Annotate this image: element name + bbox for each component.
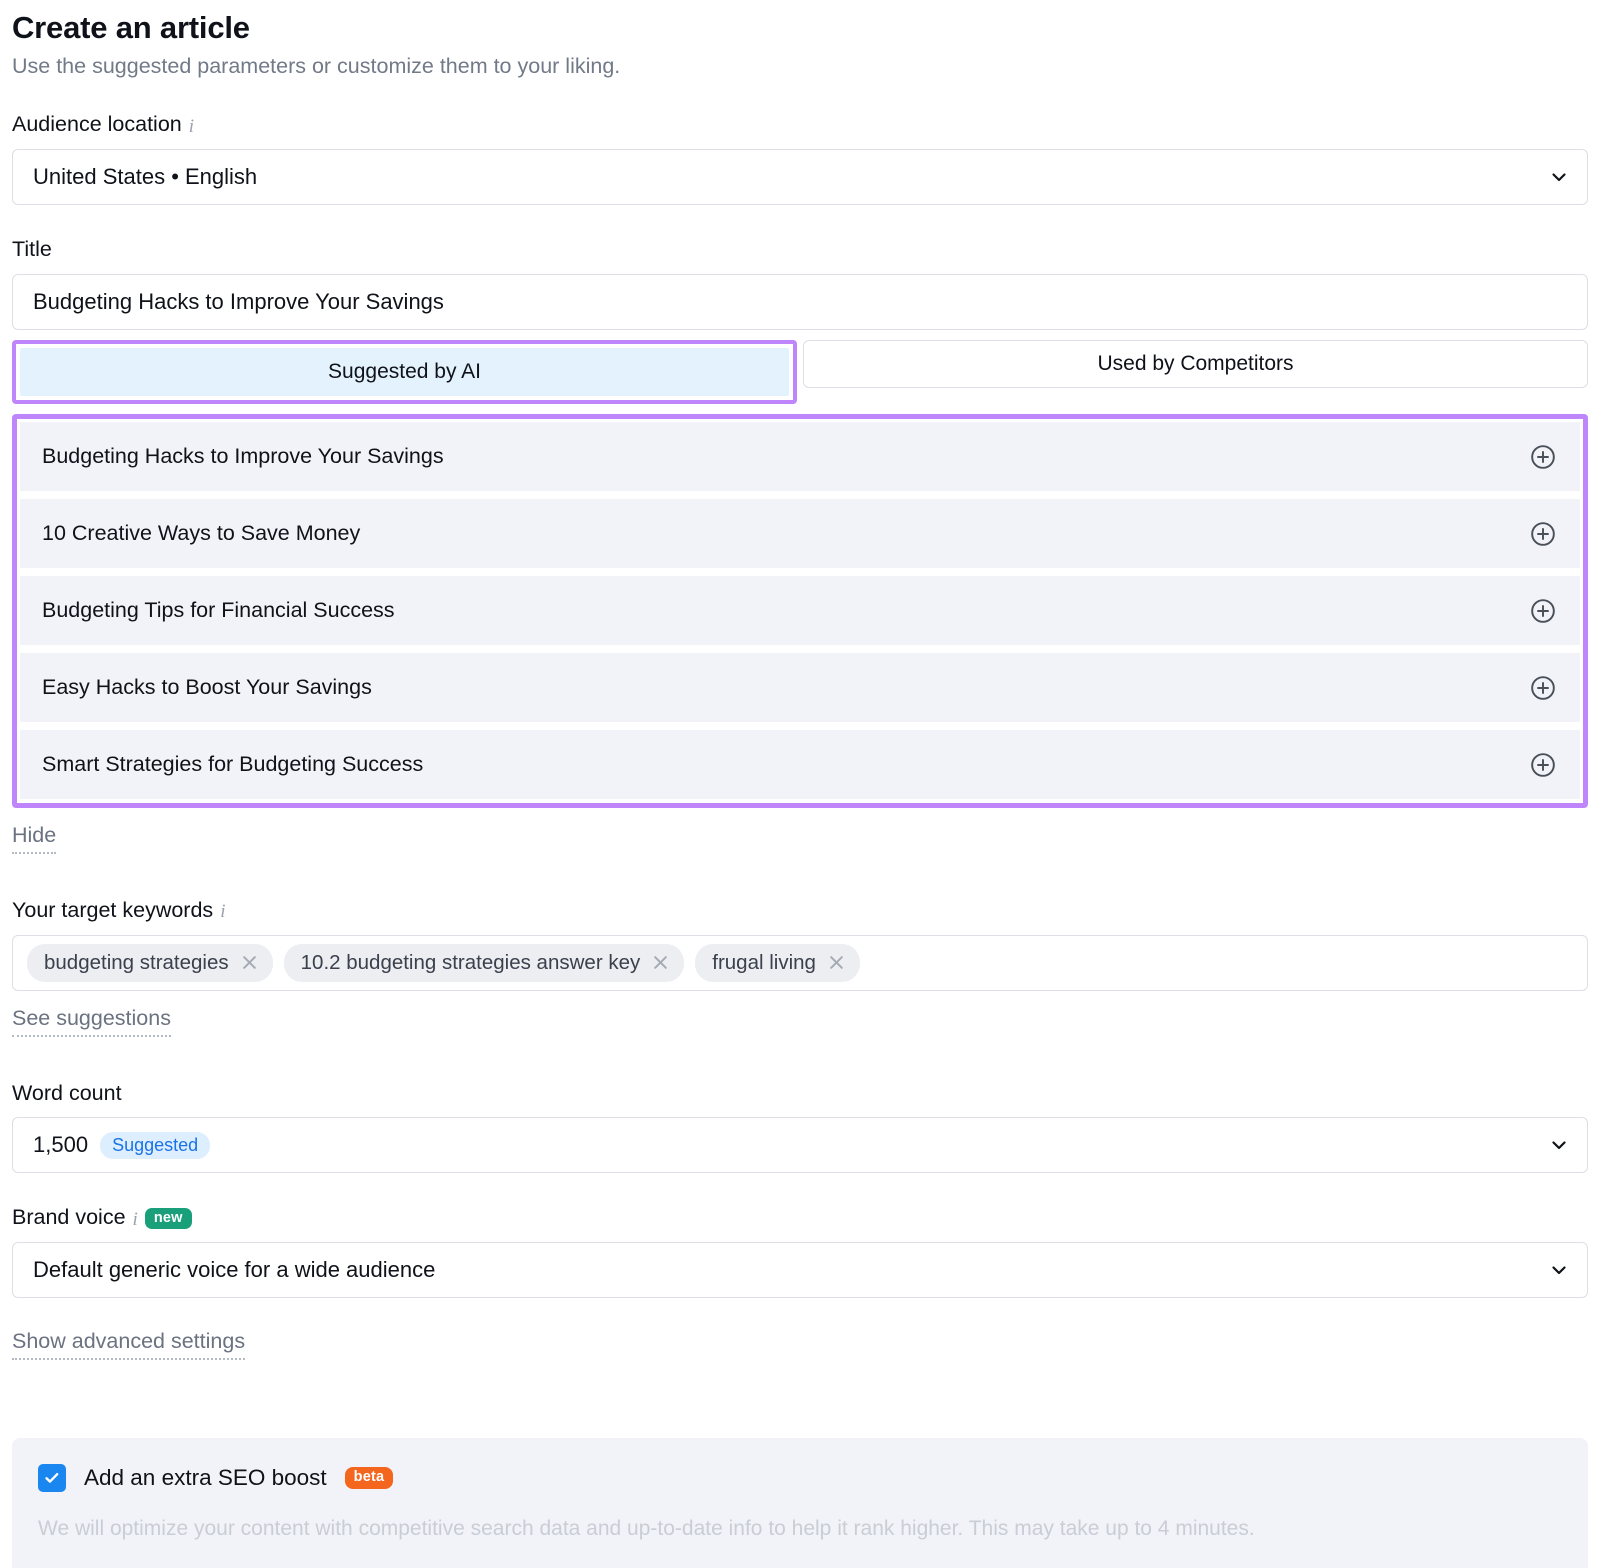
- seo-boost-label: Add an extra SEO boost: [84, 1464, 327, 1490]
- info-icon[interactable]: i: [133, 1210, 138, 1229]
- plus-circle-icon[interactable]: [1530, 444, 1556, 470]
- close-icon[interactable]: [828, 954, 845, 971]
- brand-voice-label-text: Brand voice: [12, 1205, 126, 1230]
- hide-link[interactable]: Hide: [12, 822, 57, 854]
- audience-location-label-text: Audience location: [12, 112, 182, 137]
- title-input-value: Budgeting Hacks to Improve Your Savings: [33, 289, 444, 315]
- plus-circle-icon[interactable]: [1530, 598, 1556, 624]
- tab-suggested-by-ai[interactable]: Suggested by AI: [20, 348, 790, 397]
- annotation-highlight-suggestions: Budgeting Hacks to Improve Your Savings …: [12, 414, 1588, 809]
- keyword-chip[interactable]: frugal living: [695, 943, 860, 982]
- list-item[interactable]: Easy Hacks to Boost Your Savings: [20, 653, 1580, 723]
- keyword-chip[interactable]: 10.2 budgeting strategies answer key: [283, 943, 685, 982]
- info-icon[interactable]: i: [220, 902, 225, 921]
- target-keywords-label: Your target keywords i: [12, 898, 1588, 924]
- beta-badge: beta: [344, 1467, 394, 1489]
- brand-voice-label: Brand voice i new: [12, 1205, 1588, 1231]
- close-icon[interactable]: [241, 954, 258, 971]
- target-keywords-label-text: Your target keywords: [12, 897, 214, 922]
- page-title: Create an article: [12, 10, 250, 45]
- suggestion-text: Smart Strategies for Budgeting Success: [42, 751, 424, 776]
- chevron-down-icon: [1551, 1137, 1567, 1153]
- suggestion-text: 10 Creative Ways to Save Money: [42, 520, 361, 545]
- create-article-form: Create an article Use the suggested para…: [0, 0, 1600, 1361]
- show-advanced-settings-link[interactable]: Show advanced settings: [12, 1328, 246, 1361]
- word-count-select[interactable]: 1,500 Suggested: [12, 1117, 1588, 1174]
- suggestion-text: Easy Hacks to Boost Your Savings: [42, 674, 372, 699]
- tab-used-by-competitors[interactable]: Used by Competitors: [803, 340, 1588, 389]
- chevron-down-icon: [1551, 169, 1567, 185]
- audience-location-select[interactable]: United States • English: [12, 149, 1588, 206]
- brand-voice-select[interactable]: Default generic voice for a wide audienc…: [12, 1242, 1588, 1299]
- title-label: Title: [12, 237, 1588, 263]
- keyword-chip-label: budgeting strategies: [44, 950, 229, 974]
- brand-voice-field: Brand voice i new Default generic voice …: [12, 1205, 1588, 1299]
- seo-boost-header: Add an extra SEO boost beta: [38, 1464, 1562, 1492]
- plus-circle-icon[interactable]: [1530, 521, 1556, 547]
- list-item[interactable]: Budgeting Tips for Financial Success: [20, 576, 1580, 646]
- audience-location-field: Audience location i United States • Engl…: [12, 112, 1588, 206]
- word-count-value: 1,500: [33, 1132, 89, 1158]
- close-icon[interactable]: [652, 954, 669, 971]
- target-keywords-input[interactable]: budgeting strategies 10.2 budgeting stra…: [12, 934, 1588, 991]
- word-count-label-text: Word count: [12, 1080, 122, 1105]
- plus-circle-icon[interactable]: [1530, 675, 1556, 701]
- word-count-field: Word count 1,500 Suggested: [12, 1081, 1588, 1174]
- word-count-label: Word count: [12, 1081, 1588, 1107]
- see-suggestions-link[interactable]: See suggestions: [12, 1005, 171, 1037]
- audience-location-label: Audience location i: [12, 112, 1588, 138]
- list-item[interactable]: Budgeting Hacks to Improve Your Savings: [20, 422, 1580, 492]
- audience-location-value: United States • English: [33, 164, 258, 190]
- tab-used-by-competitors-label: Used by Competitors: [1097, 352, 1294, 376]
- title-label-text: Title: [12, 237, 52, 262]
- chevron-down-icon: [1551, 1262, 1567, 1278]
- title-input[interactable]: Budgeting Hacks to Improve Your Savings: [12, 274, 1588, 331]
- info-icon[interactable]: i: [189, 117, 194, 136]
- annotation-highlight-tab: Suggested by AI: [12, 340, 798, 405]
- plus-circle-icon[interactable]: [1530, 752, 1556, 778]
- list-item[interactable]: Smart Strategies for Budgeting Success: [20, 730, 1580, 800]
- suggested-badge: Suggested: [100, 1131, 211, 1159]
- tab-suggested-by-ai-label: Suggested by AI: [328, 360, 481, 384]
- seo-boost-panel: Add an extra SEO boost beta We will opti…: [12, 1438, 1588, 1568]
- target-keywords-field: Your target keywords i budgeting strateg…: [12, 898, 1588, 991]
- suggestion-text: Budgeting Tips for Financial Success: [42, 597, 395, 622]
- seo-boost-description: We will optimize your content with compe…: [38, 1517, 1255, 1540]
- title-source-tabs: Suggested by AI Used by Competitors: [12, 340, 1588, 405]
- keyword-chip[interactable]: budgeting strategies: [27, 943, 273, 982]
- keyword-chip-label: frugal living: [712, 950, 816, 974]
- suggestion-text: Budgeting Hacks to Improve Your Savings: [42, 443, 444, 468]
- title-field: Title Budgeting Hacks to Improve Your Sa…: [12, 237, 1588, 331]
- brand-voice-value: Default generic voice for a wide audienc…: [33, 1257, 436, 1283]
- keyword-chip-label: 10.2 budgeting strategies answer key: [300, 950, 641, 974]
- new-badge: new: [144, 1207, 192, 1230]
- page-subtitle: Use the suggested parameters or customiz…: [12, 53, 621, 78]
- seo-boost-checkbox[interactable]: [38, 1464, 66, 1492]
- list-item[interactable]: 10 Creative Ways to Save Money: [20, 499, 1580, 569]
